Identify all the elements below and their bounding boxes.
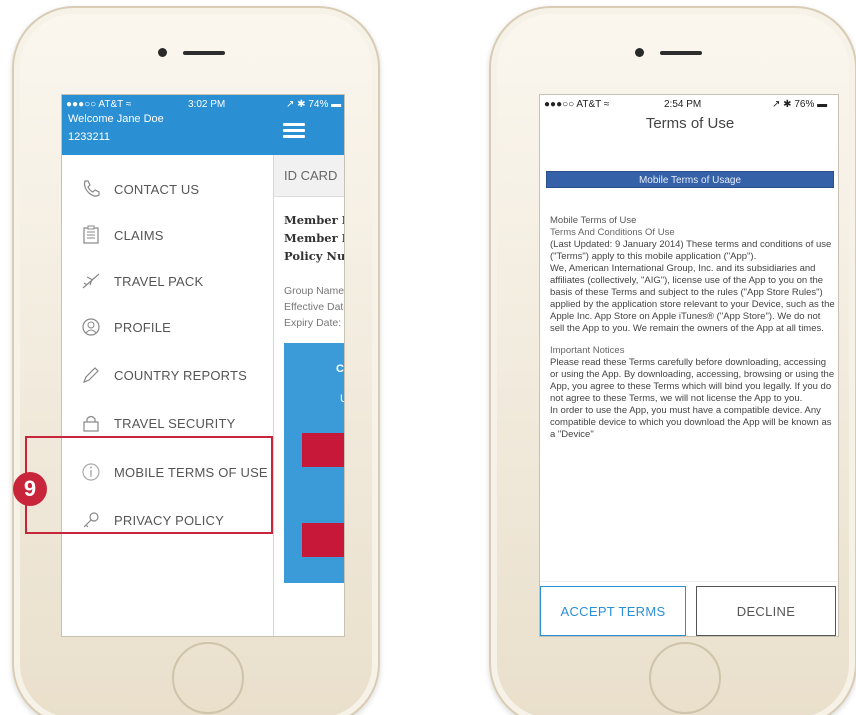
terms-heading: Mobile Terms of Use	[550, 215, 637, 226]
member-name-label: Member Na	[284, 231, 344, 245]
terms-paragraph: Please read these Terms carefully before…	[550, 357, 835, 404]
hamburger-menu-icon[interactable]	[283, 123, 305, 138]
member-id-label: Member ID C	[284, 213, 344, 227]
phone-icon	[80, 178, 102, 200]
camera	[635, 48, 644, 57]
card-action-button-1[interactable]	[302, 433, 344, 467]
highlight-box	[25, 436, 273, 534]
status-battery: ↗ ✱ 74% ▬	[286, 99, 342, 110]
card-box-subtitle: U.	[340, 393, 344, 405]
id-card-header: ID CARD	[274, 155, 344, 197]
card-box: CA U.	[284, 343, 344, 583]
policy-number-label: Policy Numb	[284, 249, 345, 263]
status-time: 2:54 PM	[664, 99, 702, 110]
terms-banner: Mobile Terms of Usage	[546, 171, 834, 188]
status-battery: ↗ ✱ 76% ▬	[772, 99, 828, 110]
status-time: 3:02 PM	[188, 99, 226, 110]
clipboard-icon	[80, 224, 102, 246]
expiry-date-label: Expiry Date:	[284, 317, 342, 329]
home-button[interactable]	[172, 642, 244, 714]
step-badge: 9	[13, 472, 47, 506]
page-title: Terms of Use	[645, 115, 735, 132]
phone-right: ●●●○○ AT&T ≈ 2:54 PM ↗ ✱ 76% ▬ Terms of …	[489, 6, 856, 715]
accept-terms-button[interactable]: ACCEPT TERMS	[540, 586, 686, 636]
card-box-title: CA	[336, 363, 344, 375]
pen-icon	[80, 364, 102, 386]
menu-label: CLAIMS	[114, 227, 164, 243]
card-action-button-2[interactable]	[302, 523, 344, 557]
speaker	[660, 51, 702, 55]
menu-label: PROFILE	[114, 319, 172, 335]
terms-subheading: Terms And Conditions Of Use	[550, 227, 675, 238]
menu-label: CONTACT US	[114, 181, 200, 197]
lock-icon	[80, 412, 102, 434]
menu-item-profile[interactable]: PROFILE	[62, 305, 274, 349]
welcome-text: Welcome Jane Doe	[68, 113, 164, 125]
menu-label: COUNTRY REPORTS	[114, 367, 248, 383]
menu-item-travel-pack[interactable]: TRAVEL PACK	[62, 259, 274, 303]
terms-footer: ACCEPT TERMS DECLINE	[540, 581, 838, 636]
screen-left: ID CARD Member ID C Member Na Policy Num…	[61, 94, 345, 637]
drawer-header: ●●●○○ AT&T ≈ 3:02 PM ↗ ✱ 74% ▬ Welcome J…	[62, 95, 341, 155]
menu-label: TRAVEL PACK	[114, 273, 204, 289]
menu-item-country-reports[interactable]: COUNTRY REPORTS	[62, 353, 274, 397]
profile-icon	[80, 316, 102, 338]
home-button[interactable]	[649, 642, 721, 714]
camera	[158, 48, 167, 57]
group-name-label: Group Name:	[284, 285, 345, 297]
menu-item-claims[interactable]: CLAIMS	[62, 213, 274, 257]
id-card-panel: ID CARD Member ID C Member Na Policy Num…	[274, 95, 345, 636]
menu-item-contact-us[interactable]: CONTACT US	[62, 167, 274, 211]
phone-left: ID CARD Member ID C Member Na Policy Num…	[12, 6, 380, 715]
status-carrier: ●●●○○ AT&T ≈	[66, 99, 132, 110]
id-card-label: ID CARD	[284, 168, 338, 183]
screen-right: ●●●○○ AT&T ≈ 2:54 PM ↗ ✱ 76% ▬ Terms of …	[539, 94, 839, 637]
side-drawer: ●●●○○ AT&T ≈ 3:02 PM ↗ ✱ 74% ▬ Welcome J…	[62, 95, 341, 636]
airplane-icon	[80, 270, 102, 292]
effective-date-label: Effective Date:	[284, 301, 344, 313]
terms-paragraph: In order to use the App, you must have a…	[550, 405, 832, 440]
menu-label: TRAVEL SECURITY	[114, 415, 236, 431]
terms-text: Mobile Terms of Use Terms And Conditions…	[550, 215, 836, 451]
terms-paragraph: (Last Updated: 9 January 2014) These ter…	[550, 239, 832, 262]
decline-button[interactable]: DECLINE	[696, 586, 836, 636]
notices-heading: Important Notices	[550, 345, 625, 356]
status-carrier: ●●●○○ AT&T ≈	[544, 99, 610, 110]
member-number: 1233211	[68, 131, 111, 143]
speaker	[183, 51, 225, 55]
terms-paragraph: We, American International Group, Inc. a…	[550, 263, 835, 334]
